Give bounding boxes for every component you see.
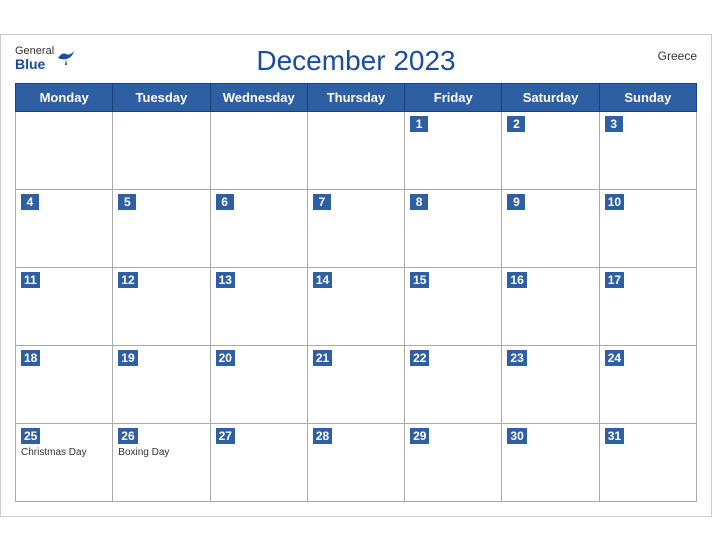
day-number: 11 xyxy=(21,272,40,288)
calendar-cell: 7 xyxy=(307,189,404,267)
day-number: 17 xyxy=(605,272,624,288)
calendar-cell: 20 xyxy=(210,345,307,423)
day-number: 27 xyxy=(216,428,235,444)
weekday-header-thursday: Thursday xyxy=(307,83,404,111)
calendar-cell: 24 xyxy=(599,345,696,423)
calendar-week-row: 11 12 13 14 15 16 17 xyxy=(16,267,697,345)
day-number: 14 xyxy=(313,272,332,288)
logo-blue-text: Blue xyxy=(15,57,54,72)
weekday-header-tuesday: Tuesday xyxy=(113,83,210,111)
calendar-cell: 10 xyxy=(599,189,696,267)
day-number: 5 xyxy=(118,194,136,210)
day-number: 24 xyxy=(605,350,624,366)
weekday-header-friday: Friday xyxy=(405,83,502,111)
day-number: 6 xyxy=(216,194,234,210)
day-number: 30 xyxy=(507,428,526,444)
day-number: 28 xyxy=(313,428,332,444)
day-number: 23 xyxy=(507,350,526,366)
calendar-cell: 22 xyxy=(405,345,502,423)
month-title: December 2023 xyxy=(256,45,455,77)
logo-general-text: General xyxy=(15,45,54,57)
day-number: 13 xyxy=(216,272,235,288)
day-number: 31 xyxy=(605,428,624,444)
day-number: 19 xyxy=(118,350,137,366)
weekday-header-wednesday: Wednesday xyxy=(210,83,307,111)
day-number: 18 xyxy=(21,350,40,366)
calendar-week-row: 18 19 20 21 22 23 24 xyxy=(16,345,697,423)
calendar-cell: 5 xyxy=(113,189,210,267)
day-number: 25 xyxy=(21,428,40,444)
calendar-cell: 16 xyxy=(502,267,599,345)
calendar-cell: 9 xyxy=(502,189,599,267)
calendar-cell: 28 xyxy=(307,423,404,501)
calendar-week-row: 1 2 3 xyxy=(16,111,697,189)
calendar-cell: 1 xyxy=(405,111,502,189)
calendar-cell xyxy=(16,111,113,189)
event-label: Boxing Day xyxy=(118,447,204,458)
calendar-container: General Blue December 2023 Greece Monday… xyxy=(0,34,712,517)
calendar-cell: 6 xyxy=(210,189,307,267)
day-number: 21 xyxy=(313,350,332,366)
day-number: 2 xyxy=(507,116,525,132)
logo-bird-icon xyxy=(56,50,76,66)
day-number: 12 xyxy=(118,272,137,288)
calendar-cell: 2 xyxy=(502,111,599,189)
calendar-week-row: 4 5 6 7 8 9 10 xyxy=(16,189,697,267)
calendar-cell xyxy=(307,111,404,189)
weekday-header-saturday: Saturday xyxy=(502,83,599,111)
day-number: 16 xyxy=(507,272,526,288)
country-label: Greece xyxy=(658,49,697,63)
weekday-header-monday: Monday xyxy=(16,83,113,111)
day-number: 22 xyxy=(410,350,429,366)
calendar-cell: 11 xyxy=(16,267,113,345)
day-number: 9 xyxy=(507,194,525,210)
day-number: 26 xyxy=(118,428,137,444)
calendar-cell: 12 xyxy=(113,267,210,345)
calendar-cell: 25 Christmas Day xyxy=(16,423,113,501)
day-number: 29 xyxy=(410,428,429,444)
calendar-cell: 4 xyxy=(16,189,113,267)
day-number: 8 xyxy=(410,194,428,210)
day-number: 1 xyxy=(410,116,428,132)
calendar-cell: 8 xyxy=(405,189,502,267)
calendar-cell: 18 xyxy=(16,345,113,423)
calendar-cell: 30 xyxy=(502,423,599,501)
day-number: 3 xyxy=(605,116,623,132)
calendar-cell: 23 xyxy=(502,345,599,423)
calendar-cell xyxy=(210,111,307,189)
calendar-cell: 26 Boxing Day xyxy=(113,423,210,501)
logo-area: General Blue xyxy=(15,45,76,72)
calendar-cell: 15 xyxy=(405,267,502,345)
weekday-header-row: MondayTuesdayWednesdayThursdayFridaySatu… xyxy=(16,83,697,111)
calendar-cell: 19 xyxy=(113,345,210,423)
calendar-cell: 14 xyxy=(307,267,404,345)
calendar-cell: 13 xyxy=(210,267,307,345)
calendar-cell: 21 xyxy=(307,345,404,423)
day-number: 7 xyxy=(313,194,331,210)
event-label: Christmas Day xyxy=(21,447,107,458)
calendar-cell: 27 xyxy=(210,423,307,501)
calendar-week-row: 25 Christmas Day 26 Boxing Day 27 28 29 30 31 xyxy=(16,423,697,501)
day-number: 20 xyxy=(216,350,235,366)
calendar-cell: 29 xyxy=(405,423,502,501)
weekday-header-sunday: Sunday xyxy=(599,83,696,111)
day-number: 15 xyxy=(410,272,429,288)
calendar-cell: 17 xyxy=(599,267,696,345)
calendar-cell: 3 xyxy=(599,111,696,189)
calendar-cell: 31 xyxy=(599,423,696,501)
calendar-table: MondayTuesdayWednesdayThursdayFridaySatu… xyxy=(15,83,697,502)
day-number: 4 xyxy=(21,194,39,210)
calendar-header: General Blue December 2023 Greece xyxy=(15,45,697,77)
day-number: 10 xyxy=(605,194,624,210)
calendar-cell xyxy=(113,111,210,189)
